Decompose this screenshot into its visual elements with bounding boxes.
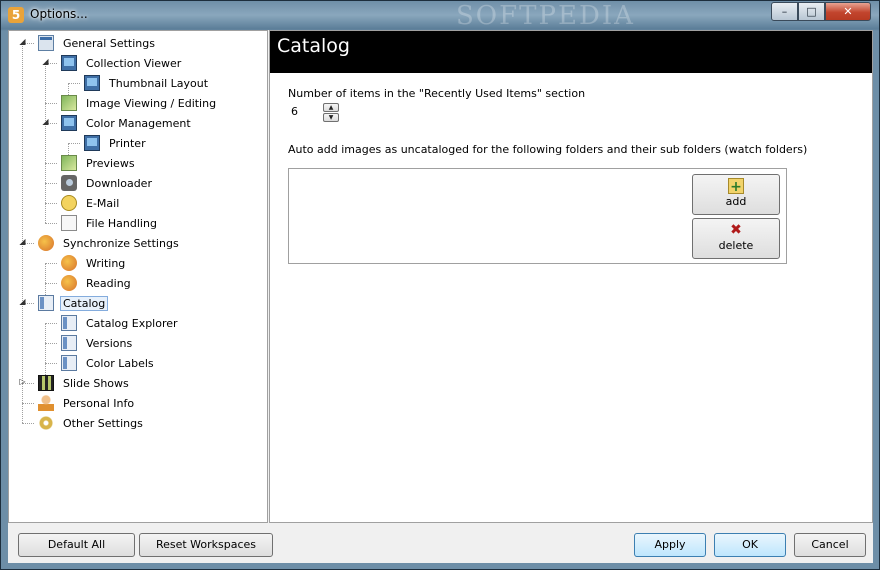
tree-item-file-handling[interactable]: File Handling [61,214,160,232]
tree-item-image-viewing[interactable]: Image Viewing / Editing [61,94,219,112]
minimize-button[interactable]: – [771,2,798,21]
camera-icon [61,175,77,191]
expand-color-management-icon[interactable]: ◢ [41,117,50,126]
catalog-settings-panel: Catalog Number of items in the "Recently… [269,30,873,523]
tree-item-printer[interactable]: Printer [84,134,149,152]
close-button[interactable]: ✕ [825,2,871,21]
watermark: SOFTPEDIA [456,1,635,31]
tree-item-thumbnail-layout[interactable]: Thumbnail Layout [84,74,211,92]
default-all-button[interactable]: Default All [18,533,135,557]
monitor-icon [61,115,77,131]
tree-item-color-labels[interactable]: Color Labels [61,354,157,372]
add-folder-button[interactable]: + add [692,174,780,215]
recent-items-label: Number of items in the "Recently Used It… [288,87,586,100]
tree-item-collection-viewer[interactable]: Collection Viewer [61,54,184,72]
tree-item-catalog[interactable]: Catalog [38,294,109,312]
gear-icon [38,415,54,431]
tree-item-other-settings[interactable]: Other Settings [38,414,146,432]
ok-button[interactable]: OK [714,533,786,557]
title-bar[interactable]: 5 Options... SOFTPEDIA – □ ✕ [1,1,879,31]
person-icon [38,395,54,411]
sync-icon [38,235,54,251]
tree-item-catalog-explorer[interactable]: Catalog Explorer [61,314,181,332]
tree-item-writing[interactable]: Writing [61,254,128,272]
expand-catalog-icon[interactable]: ◢ [18,297,27,306]
stepper-down-icon[interactable]: ▼ [323,113,339,122]
expand-general-icon[interactable]: ◢ [18,37,27,46]
apply-button[interactable]: Apply [634,533,706,557]
tree-item-downloader[interactable]: Downloader [61,174,155,192]
add-folder-icon: + [728,178,744,195]
tree-item-versions[interactable]: Versions [61,334,135,352]
stepper-up-icon[interactable]: ▲ [323,103,339,112]
monitor-icon [61,55,77,71]
sync-icon [61,275,77,291]
recent-items-value[interactable]: 6 [291,105,298,118]
cancel-button[interactable]: Cancel [794,533,866,557]
app-logo-icon: 5 [8,7,24,23]
tree-item-synchronize-settings[interactable]: Synchronize Settings [38,234,182,252]
watch-folders-label: Auto add images as uncataloged for the f… [288,143,808,156]
catalog-icon [61,315,77,331]
delete-folder-button[interactable]: ✖ delete [692,218,780,259]
tree-item-reading[interactable]: Reading [61,274,134,292]
maximize-button[interactable]: □ [798,2,825,21]
panel-header: Catalog [270,31,872,73]
expand-collection-viewer-icon[interactable]: ◢ [41,57,50,66]
image-icon [61,95,77,111]
monitor-icon [84,75,100,91]
tree-item-previews[interactable]: Previews [61,154,138,172]
expand-slide-shows-icon[interactable]: ▷ [18,377,27,386]
recent-items-stepper[interactable]: 6 ▲ ▼ [288,102,340,122]
watch-folders-list[interactable]: + add ✖ delete [288,168,787,264]
reset-workspaces-button[interactable]: Reset Workspaces [139,533,273,557]
sync-icon [61,255,77,271]
dialog-client: ◢ ◢ ◢ ◢ ◢ ▷ General Settings Collection … [8,30,873,563]
tree-item-personal-info[interactable]: Personal Info [38,394,137,412]
catalog-icon [61,335,77,351]
file-icon [61,215,77,231]
film-icon [38,375,54,391]
window-title: Options... [30,7,88,21]
expand-synchronize-icon[interactable]: ◢ [18,237,27,246]
tree-item-general-settings[interactable]: General Settings [38,34,158,52]
window-icon [38,35,54,51]
delete-x-icon: ✖ [730,222,742,238]
catalog-icon [61,355,77,371]
options-window: 5 Options... SOFTPEDIA – □ ✕ ◢ ◢ ◢ ◢ ◢ ▷… [0,0,880,570]
stepper-buttons: ▲ ▼ [323,103,339,122]
image-icon [61,155,77,171]
monitor-icon [84,135,100,151]
mail-icon [61,195,77,211]
tree-item-slide-shows[interactable]: Slide Shows [38,374,132,392]
settings-tree[interactable]: ◢ ◢ ◢ ◢ ◢ ▷ General Settings Collection … [8,30,268,523]
tree-item-email[interactable]: E-Mail [61,194,122,212]
page-title: Catalog [277,35,350,57]
tree-item-color-management[interactable]: Color Management [61,114,194,132]
catalog-icon [38,295,54,311]
